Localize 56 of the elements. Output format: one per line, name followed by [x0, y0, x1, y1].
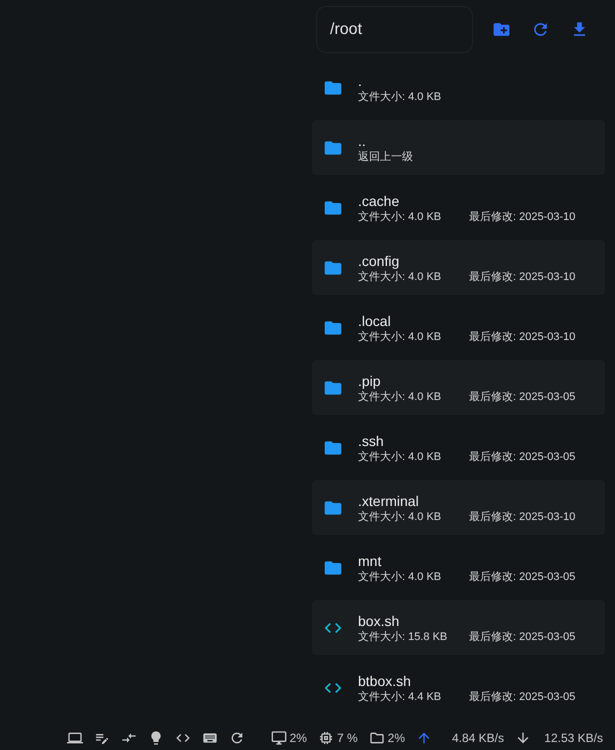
usage-value: 2% [290, 730, 307, 747]
file-detail: 文件大小: 4.0 KB [358, 330, 442, 345]
file-name: .. [358, 132, 367, 150]
file-name: mnt [358, 552, 382, 570]
file-detail: 文件大小: 4.0 KB [358, 210, 442, 225]
file-row[interactable]: .cache 文件大小: 4.0 KB 最后修改: 2025-03-10 [312, 180, 605, 235]
file-detail: 文件大小: 4.0 KB [358, 510, 442, 525]
monitor-icon [270, 730, 287, 746]
file-row[interactable]: .ssh 文件大小: 4.0 KB 最后修改: 2025-03-05 [312, 420, 605, 475]
file-detail: 最后修改: 2025-03-10 [469, 330, 576, 345]
file-name: . [358, 72, 363, 90]
file-detail: 文件大小: 4.0 KB [358, 570, 442, 585]
speed-value: 4.84 KB/s [450, 730, 504, 747]
file-detail: 文件大小: 4.0 KB [358, 270, 442, 285]
file-detail: 文件大小: 4.4 KB [358, 690, 442, 705]
file-name: .config [358, 252, 400, 270]
folder-icon [368, 730, 385, 746]
file-detail: 最后修改: 2025-03-05 [469, 630, 576, 645]
file-detail: 最后修改: 2025-03-05 [469, 570, 576, 585]
new-folder-icon[interactable] [492, 20, 511, 39]
file-row[interactable]: .local 文件大小: 4.0 KB 最后修改: 2025-03-10 [312, 300, 605, 355]
file-row[interactable]: .. 返回上一级 [312, 120, 605, 175]
file-detail: 最后修改: 2025-03-10 [469, 510, 576, 525]
file-name: box.sh [358, 612, 400, 630]
file-name: btbox.sh [358, 672, 412, 690]
file-detail: 最后修改: 2025-03-05 [469, 390, 576, 405]
file-detail: 文件大小: 4.0 KB [358, 90, 442, 105]
file-detail: 最后修改: 2025-03-05 [469, 690, 576, 705]
file-row[interactable]: mnt 文件大小: 4.0 KB 最后修改: 2025-03-05 [312, 540, 605, 595]
file-detail: 最后修改: 2025-03-10 [469, 270, 576, 285]
file-detail: 返回上一级 [358, 150, 413, 165]
file-row[interactable]: .pip 文件大小: 4.0 KB 最后修改: 2025-03-05 [312, 360, 605, 415]
laptop-icon[interactable] [66, 730, 83, 746]
file-detail: 文件大小: 4.0 KB [358, 390, 442, 405]
file-name: .cache [358, 192, 400, 210]
usage-value: 2% [388, 730, 405, 747]
file-row[interactable]: btbox.sh 文件大小: 4.4 KB 最后修改: 2025-03-05 [312, 660, 605, 715]
path-field[interactable]: /root [316, 6, 473, 53]
file-detail: 文件大小: 15.8 KB [358, 630, 448, 645]
chip-icon [318, 730, 334, 746]
file-row[interactable]: .xterminal 文件大小: 4.0 KB 最后修改: 2025-03-10 [312, 480, 605, 535]
file-detail: 文件大小: 4.0 KB [358, 450, 442, 465]
file-name: .ssh [358, 432, 385, 450]
file-row[interactable]: .config 文件大小: 4.0 KB 最后修改: 2025-03-10 [312, 240, 605, 295]
file-name: .xterminal [358, 492, 420, 510]
upload-arrow-icon [416, 730, 432, 746]
refresh-icon[interactable] [228, 730, 245, 746]
file-name: .local [358, 312, 392, 330]
file-row[interactable]: . 文件大小: 4.0 KB [312, 60, 605, 115]
file-name: .pip [358, 372, 382, 390]
download-arrow-icon [515, 730, 531, 746]
speed-value: 12.53 KB/s [543, 730, 603, 747]
file-detail: 最后修改: 2025-03-05 [469, 450, 576, 465]
usage-value: 7 % [336, 730, 358, 747]
file-row[interactable]: box.sh 文件大小: 15.8 KB 最后修改: 2025-03-05 [312, 600, 605, 655]
file-detail: 最后修改: 2025-03-10 [469, 210, 576, 225]
